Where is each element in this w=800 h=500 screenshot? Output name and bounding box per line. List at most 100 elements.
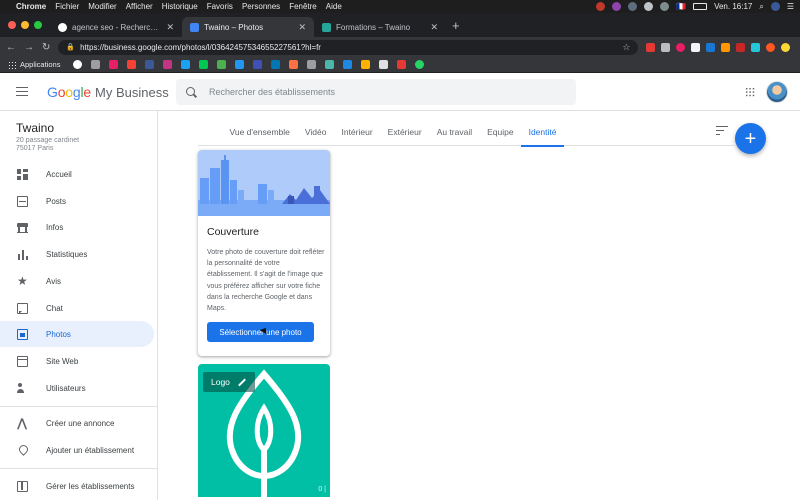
language-flag[interactable]: 🇫🇷 <box>676 2 686 11</box>
bookmark-facebook-icon[interactable] <box>145 60 155 69</box>
google-my-business-logo[interactable]: Google My Business <box>47 84 169 100</box>
bookmark-icon[interactable] <box>199 60 209 69</box>
clock[interactable]: Ven. 16:17 <box>714 2 752 11</box>
menu-aide[interactable]: Aide <box>326 2 342 11</box>
sidebar-item-ajouter-etablissement[interactable]: Ajouter un établissement <box>0 437 154 463</box>
sidebar-item-infos[interactable]: Infos <box>0 214 154 240</box>
menu-afficher[interactable]: Afficher <box>126 2 153 11</box>
chrome-menu-icon[interactable]: ⋮ <box>796 42 800 53</box>
tab-vue-ensemble[interactable]: Vue d'ensemble <box>222 118 297 146</box>
sidebar-item-posts[interactable]: Posts <box>0 188 154 214</box>
cloud-icon[interactable] <box>644 2 654 11</box>
reload-icon[interactable]: ↻ <box>42 42 50 53</box>
logo-photo-card[interactable]: Logo 0 | <box>198 364 330 497</box>
extension-icon[interactable] <box>751 42 761 52</box>
close-window-button[interactable] <box>8 21 16 29</box>
bookmark-icon[interactable] <box>235 60 245 69</box>
bookmark-youtube-icon[interactable] <box>127 60 137 69</box>
address-bar[interactable]: 🔒 https://business.google.com/photos/l/0… <box>58 39 639 55</box>
bookmark-instagram-icon[interactable] <box>163 60 173 69</box>
bookmark-icon[interactable] <box>307 60 317 69</box>
bookmark-star-icon[interactable]: ☆ <box>622 42 630 53</box>
account-avatar[interactable] <box>766 81 788 103</box>
status-app-icon[interactable] <box>596 2 606 11</box>
status-app-icon[interactable] <box>612 2 622 11</box>
status-app-icon[interactable] <box>628 2 638 11</box>
close-tab-icon[interactable]: ✕ <box>298 22 306 33</box>
google-apps-icon[interactable] <box>745 87 755 97</box>
wifi-icon[interactable] <box>660 2 670 11</box>
sidebar-item-gerer-etablissements[interactable]: Gérer les établissements <box>0 473 154 499</box>
bookmark-linkedin-icon[interactable] <box>271 60 281 69</box>
forward-arrow-icon[interactable]: → <box>24 42 34 53</box>
bookmark-google-icon[interactable] <box>73 60 83 69</box>
select-photo-button[interactable]: Sélectionner une photo <box>207 322 314 342</box>
extension-icon[interactable] <box>661 42 671 52</box>
tab-equipe[interactable]: Equipe <box>480 118 521 146</box>
bookmark-gmail-icon[interactable] <box>91 60 101 69</box>
bookmark-icon[interactable] <box>397 60 407 69</box>
bookmark-icon[interactable] <box>379 60 389 69</box>
bookmark-icon[interactable] <box>253 60 263 69</box>
sidebar-item-site-web[interactable]: Site Web <box>0 348 154 374</box>
bookmark-icon[interactable] <box>217 60 227 69</box>
hamburger-menu-icon[interactable] <box>16 86 28 97</box>
close-tab-icon[interactable]: ✕ <box>430 22 438 33</box>
browser-tab-twaino-photos[interactable]: Twaino – Photos ✕ <box>182 17 314 37</box>
menu-modifier[interactable]: Modifier <box>88 2 116 11</box>
siri-icon[interactable] <box>770 2 780 11</box>
bookmark-applications[interactable]: Applications <box>8 60 60 69</box>
bookmark-icon[interactable] <box>289 60 299 69</box>
menu-favoris[interactable]: Favoris <box>207 2 233 11</box>
sort-icon[interactable] <box>716 126 728 135</box>
extension-icon[interactable] <box>721 42 731 52</box>
edit-pencil-icon[interactable] <box>238 378 247 387</box>
url-text[interactable]: https://business.google.com/photos/l/036… <box>80 43 617 52</box>
menu-fichier[interactable]: Fichier <box>55 2 79 11</box>
tab-identite[interactable]: Identité <box>521 118 564 147</box>
sidebar-item-avis[interactable]: ★ Avis <box>0 268 154 294</box>
back-arrow-icon[interactable]: ← <box>6 42 16 53</box>
tab-exterieur[interactable]: Extérieur <box>380 118 429 146</box>
business-name[interactable]: Twaino <box>16 121 54 135</box>
extension-icon[interactable] <box>736 42 746 52</box>
close-tab-icon[interactable]: ✕ <box>166 22 174 33</box>
maximize-window-button[interactable] <box>34 21 42 29</box>
add-photo-fab-button[interactable]: + <box>735 123 766 154</box>
search-input[interactable] <box>209 87 549 97</box>
new-tab-button[interactable]: + <box>446 18 466 37</box>
search-bar[interactable] <box>176 79 576 105</box>
sidebar-item-accueil[interactable]: Accueil <box>0 161 154 187</box>
pinterest-icon[interactable] <box>676 42 686 52</box>
bookmark-icon[interactable] <box>109 60 119 69</box>
search-icon[interactable] <box>186 86 197 98</box>
bookmark-icon[interactable] <box>343 60 353 69</box>
extension-icon[interactable] <box>691 42 701 52</box>
spotlight-icon[interactable]: ⌕ <box>759 2 763 12</box>
bookmark-icon[interactable] <box>361 60 371 69</box>
tab-au-travail[interactable]: Au travail <box>429 118 479 146</box>
bookmark-icon[interactable] <box>325 60 335 69</box>
tab-video[interactable]: Vidéo <box>297 118 334 146</box>
sidebar-item-creer-annonce[interactable]: ⋀ Créer une annonce <box>0 410 154 436</box>
browser-tab-google-search[interactable]: agence seo - Recherche Google ✕ <box>50 17 182 37</box>
sidebar-item-utilisateurs[interactable]: Utilisateurs <box>0 375 154 401</box>
tab-interieur[interactable]: Intérieur <box>334 118 380 146</box>
notification-center-icon[interactable]: ☰ <box>787 2 794 11</box>
menu-historique[interactable]: Historique <box>162 2 198 11</box>
bookmark-whatsapp-icon[interactable] <box>415 60 425 69</box>
lock-icon[interactable]: 🔒 <box>66 43 75 51</box>
sidebar-item-chat[interactable]: Chat <box>0 295 154 321</box>
sidebar-item-photos[interactable]: Photos <box>0 321 154 347</box>
extension-icon[interactable] <box>706 42 716 52</box>
minimize-window-button[interactable] <box>21 21 29 29</box>
menu-chrome[interactable]: Chrome <box>16 2 46 11</box>
extension-icon[interactable] <box>766 42 776 52</box>
logo-label-chip[interactable]: Logo <box>203 372 255 392</box>
sidebar-item-statistiques[interactable]: Statistiques <box>0 241 154 267</box>
bookmark-twitter-icon[interactable] <box>181 60 191 69</box>
menu-personnes[interactable]: Personnes <box>242 2 280 11</box>
extension-icon[interactable] <box>646 42 656 52</box>
browser-tab-formations[interactable]: Formations – Twaino ✕ <box>314 17 446 37</box>
battery-icon[interactable] <box>693 3 708 10</box>
